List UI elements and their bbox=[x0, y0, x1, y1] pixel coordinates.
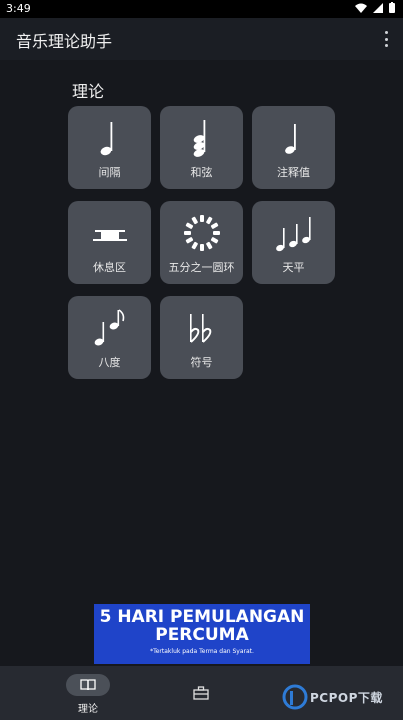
tile-label: 注释值 bbox=[277, 166, 310, 179]
app-title: 音乐理论助手 bbox=[16, 32, 113, 51]
toolbox-icon bbox=[193, 686, 209, 700]
ad-headline: 5 HARI PEMULANGAN bbox=[99, 607, 305, 627]
overflow-menu-icon[interactable] bbox=[381, 29, 391, 49]
tile-label: 符号 bbox=[190, 356, 213, 369]
battery-icon bbox=[389, 2, 395, 13]
double-flat-icon bbox=[189, 314, 211, 343]
nav-item-theory[interactable] bbox=[66, 674, 110, 696]
scales-icon bbox=[275, 217, 311, 252]
wifi-icon bbox=[355, 3, 367, 13]
tile-label: 五分之一圆环 bbox=[168, 261, 235, 274]
ad-subheadline: PERCUMA bbox=[155, 625, 249, 645]
watermark-text: PCPOP下载 bbox=[310, 690, 383, 705]
tile-label: 八度 bbox=[98, 356, 121, 369]
status-icons bbox=[355, 2, 395, 13]
note-value-icon bbox=[284, 124, 296, 154]
watermark-logo-icon bbox=[282, 684, 308, 710]
tile-label: 间隔 bbox=[98, 166, 121, 179]
rest-icon bbox=[92, 230, 127, 241]
tile-label: 和弦 bbox=[190, 166, 213, 179]
app-bar: 音乐理论助手 bbox=[0, 18, 403, 60]
ad-disclaimer: *Tertakluk pada Terma dan Syarat. bbox=[150, 648, 254, 655]
octave-icon bbox=[94, 309, 124, 346]
tile-circle-of-fifths[interactable]: 五分之一圆环 bbox=[160, 201, 243, 284]
quarter-note-icon bbox=[100, 122, 112, 156]
book-icon bbox=[80, 679, 96, 691]
tile-note-values[interactable]: 注释值 bbox=[252, 106, 335, 189]
tile-rests[interactable]: 休息区 bbox=[68, 201, 151, 284]
ad-banner[interactable]: 5 HARI PEMULANGAN PERCUMA *Tertakluk pad… bbox=[94, 604, 310, 664]
nav-item-tools[interactable] bbox=[193, 685, 209, 704]
status-bar: 3:49 bbox=[0, 0, 403, 18]
tile-intervals[interactable]: 间隔 bbox=[68, 106, 151, 189]
signal-icon bbox=[373, 2, 383, 13]
section-title: 理论 bbox=[72, 82, 105, 101]
tile-octaves[interactable]: 八度 bbox=[68, 296, 151, 379]
tile-label: 休息区 bbox=[93, 261, 126, 274]
status-time: 3:49 bbox=[6, 2, 31, 15]
chord-icon bbox=[193, 120, 205, 157]
watermark: PCPOP下载 bbox=[282, 684, 383, 710]
tile-chords[interactable]: 和弦 bbox=[160, 106, 243, 189]
tile-symbols[interactable]: 符号 bbox=[160, 296, 243, 379]
circle-of-fifths-icon bbox=[183, 215, 220, 251]
tile-scales[interactable]: 天平 bbox=[252, 201, 335, 284]
tile-label: 天平 bbox=[282, 261, 305, 274]
nav-label-theory: 理论 bbox=[78, 704, 98, 715]
